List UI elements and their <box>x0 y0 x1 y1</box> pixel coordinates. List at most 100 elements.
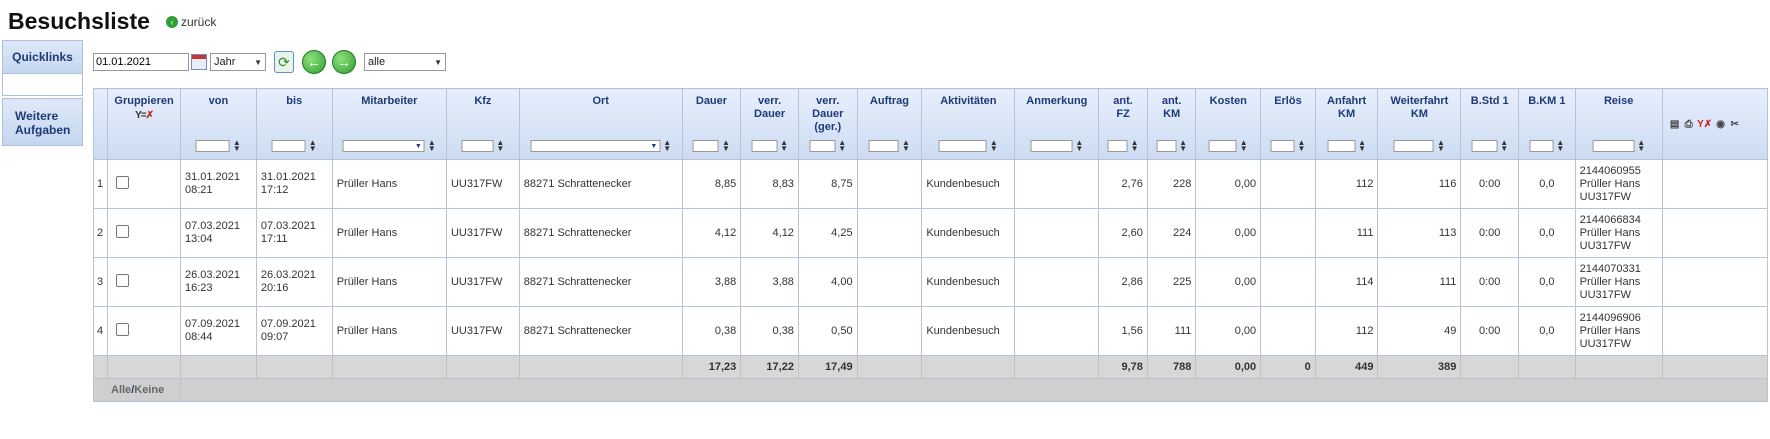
col-anfahrt-km[interactable]: Anfahrt KM ▲ ▼ <box>1314 88 1379 160</box>
table-row[interactable]: 3 26.03.2021 16:23 26.03.2021 20:16 Prül… <box>92 257 1769 307</box>
col-ant-km[interactable]: ant. KM ▲ ▼ <box>1146 88 1197 160</box>
back-label: zurück <box>181 15 217 29</box>
col-mitarbeiter[interactable]: Mitarbeiter ▼ ▲ ▼ <box>331 88 447 160</box>
filter-input[interactable] <box>1327 140 1356 152</box>
quicklinks-panel <box>2 74 83 96</box>
visits-table-wrap: Gruppieren Y=✗ von ▲ ▼ bis ▲ ▼ Mitarbeiter ▼ ▲… <box>92 88 1769 402</box>
calendar-icon[interactable] <box>191 54 207 70</box>
sort-icon[interactable]: ▲ ▼ <box>496 139 504 153</box>
col-kfz[interactable]: Kfz ▲ ▼ <box>445 88 520 160</box>
col-auftrag[interactable]: Auftrag ▲ ▼ <box>856 88 923 160</box>
sort-icon[interactable]: ▲ ▼ <box>1637 139 1645 153</box>
sort-icon[interactable]: ▲ ▼ <box>990 139 998 153</box>
sort-icon[interactable]: ▲ ▼ <box>1556 139 1564 153</box>
sort-icon[interactable]: ▲ ▼ <box>1179 139 1187 153</box>
filter-input[interactable] <box>1156 140 1177 152</box>
sort-icon[interactable]: ▲ ▼ <box>1358 139 1366 153</box>
filter-input[interactable] <box>195 140 230 152</box>
sort-icon[interactable]: ▲ ▼ <box>1131 139 1139 153</box>
sort-icon[interactable]: ▲ ▼ <box>1437 139 1445 153</box>
sort-icon[interactable]: ▲ ▼ <box>838 139 846 153</box>
col-anmerkung[interactable]: Anmerkung ▲ ▼ <box>1014 88 1100 160</box>
col-bkm1[interactable]: B.KM 1 ▲ ▼ <box>1518 88 1576 160</box>
col-weiterfahrt-km[interactable]: Weiterfahrt KM ▲ ▼ <box>1377 88 1462 160</box>
sort-icon[interactable]: ▲ ▼ <box>233 139 241 153</box>
back-link[interactable]: ‹ zurück <box>166 15 216 29</box>
col-gruppieren: Gruppieren Y=✗ <box>107 88 181 160</box>
table-row[interactable]: 4 07.09.2021 08:44 07.09.2021 09:07 Prül… <box>92 306 1769 356</box>
filter-select[interactable]: ▼ <box>342 140 425 152</box>
filter-input[interactable] <box>1030 140 1073 152</box>
filter-input[interactable] <box>751 140 778 152</box>
row-checkbox[interactable] <box>116 224 130 238</box>
more-tasks-button[interactable]: Weitere Aufgaben <box>2 98 83 146</box>
col-bis[interactable]: bis ▲ ▼ <box>255 88 333 160</box>
quicklinks-button[interactable]: Quicklinks <box>2 40 83 74</box>
filter-input[interactable] <box>1393 140 1434 152</box>
filter-input[interactable] <box>1471 140 1498 152</box>
table-row[interactable]: 2 07.03.2021 13:04 07.03.2021 17:11 Prül… <box>92 208 1769 258</box>
filter-input[interactable] <box>868 140 899 152</box>
sort-icon[interactable]: ▲ ▼ <box>1297 139 1305 153</box>
filter-input[interactable] <box>1592 140 1635 152</box>
row-checkbox[interactable] <box>116 175 130 189</box>
columns-icon[interactable]: ▤ <box>1669 119 1681 131</box>
filter-input[interactable] <box>809 140 836 152</box>
col-ant-fz[interactable]: ant. FZ ▲ ▼ <box>1098 88 1148 160</box>
sort-icon[interactable]: ▲ ▼ <box>309 139 317 153</box>
chevron-down-icon: ▼ <box>254 57 262 67</box>
col-kosten[interactable]: Kosten ▲ ▼ <box>1195 88 1262 160</box>
group-filter-icon[interactable]: Y=✗ <box>135 110 154 121</box>
col-tools: ▤ ⎙ Y✗ ◉ ✂ <box>1661 88 1769 160</box>
period-select[interactable]: Jahr ▼ <box>210 53 266 71</box>
select-all-row: Alle/Keine <box>93 378 1769 402</box>
col-verr-dauer[interactable]: verr. Dauer ▲ ▼ <box>740 88 799 160</box>
filter-input[interactable] <box>1107 140 1128 152</box>
filter-input[interactable] <box>1529 140 1554 152</box>
col-index <box>92 88 109 160</box>
filter-input[interactable] <box>693 140 720 152</box>
col-dauer[interactable]: Dauer ▲ ▼ <box>681 88 742 160</box>
back-arrow-icon: ‹ <box>166 16 178 28</box>
col-ort[interactable]: Ort ▼ ▲ ▼ <box>518 88 683 160</box>
col-reise[interactable]: Reise ▲ ▼ <box>1574 88 1663 160</box>
next-arrow-icon[interactable]: → <box>332 50 356 74</box>
totals-row: 17,23 17,22 17,49 9,78 788 0,00 0 449 38… <box>92 355 1769 379</box>
sort-icon[interactable]: ▲ ▼ <box>428 139 436 153</box>
table-row[interactable]: 1 31.01.2021 08:21 31.01.2021 17:12 Prül… <box>92 159 1769 209</box>
filter-input[interactable] <box>1270 140 1295 152</box>
visits-table: Gruppieren Y=✗ von ▲ ▼ bis ▲ ▼ Mitarbeiter ▼ ▲… <box>92 88 1769 402</box>
eye-icon[interactable]: ◉ <box>1715 119 1727 131</box>
date-input[interactable] <box>93 53 189 71</box>
refresh-icon[interactable]: ⟳ <box>274 51 294 73</box>
sort-icon[interactable]: ▲ ▼ <box>902 139 910 153</box>
filter-input[interactable] <box>938 140 987 152</box>
chevron-down-icon: ▼ <box>434 57 442 67</box>
sort-icon[interactable]: ▲ ▼ <box>663 139 671 153</box>
scope-select[interactable]: alle ▼ <box>364 53 446 71</box>
filter-select[interactable]: ▼ <box>530 140 661 152</box>
table-tools: ▤ ⎙ Y✗ ◉ ✂ <box>1669 119 1741 131</box>
tools-icon[interactable]: ✂ <box>1729 119 1741 131</box>
sort-icon[interactable]: ▲ ▼ <box>1075 139 1083 153</box>
row-checkbox[interactable] <box>116 273 130 287</box>
filter-input[interactable] <box>461 140 494 152</box>
sort-icon[interactable]: ▲ ▼ <box>780 139 788 153</box>
previous-arrow-icon[interactable]: ← <box>302 50 326 74</box>
select-all-link[interactable]: Alle <box>111 384 131 396</box>
sort-icon[interactable]: ▲ ▼ <box>1240 139 1248 153</box>
filter-reset-icon[interactable]: Y✗ <box>1697 119 1713 131</box>
col-bstd1[interactable]: B.Std 1 ▲ ▼ <box>1460 88 1520 160</box>
row-checkbox[interactable] <box>116 322 130 336</box>
col-verr-dauer-ger[interactable]: verr. Dauer (ger.) ▲ ▼ <box>797 88 858 160</box>
print-icon[interactable]: ⎙ <box>1683 119 1695 131</box>
col-von[interactable]: von ▲ ▼ <box>179 88 257 160</box>
sort-icon[interactable]: ▲ ▼ <box>1500 139 1508 153</box>
filter-input[interactable] <box>1208 140 1237 152</box>
col-aktivitaeten[interactable]: Aktivitäten ▲ ▼ <box>921 88 1016 160</box>
filter-input[interactable] <box>271 140 306 152</box>
sidebar: Quicklinks Weitere Aufgaben <box>2 40 83 146</box>
sort-icon[interactable]: ▲ ▼ <box>722 139 730 153</box>
select-none-link[interactable]: Keine <box>134 384 164 396</box>
col-erloes[interactable]: Erlös ▲ ▼ <box>1260 88 1316 160</box>
